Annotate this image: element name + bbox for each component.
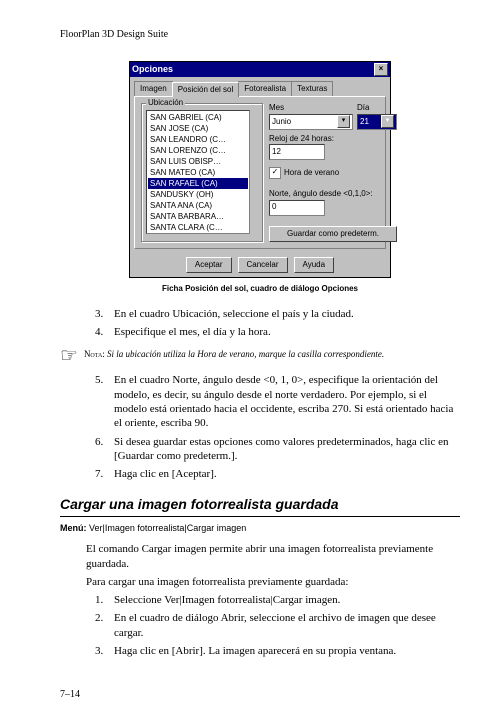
list-item: En el cuadro Ubicación, seleccione el pa… bbox=[106, 307, 460, 321]
reloj-label: Reloj de 24 horas: bbox=[269, 134, 397, 144]
location-item[interactable]: SAN LORENZO (C… bbox=[148, 145, 248, 156]
tab-posicion-sol[interactable]: Posición del sol bbox=[172, 82, 240, 97]
tab-content: Ubicación SAN GABRIEL (CA)SAN JOSE (CA)S… bbox=[134, 96, 386, 249]
note-text: Si la ubicación utiliza la Hora de veran… bbox=[107, 349, 384, 359]
dialog-title: Opciones bbox=[132, 64, 173, 76]
list-item: Seleccione Ver|Imagen fotorrealista|Carg… bbox=[106, 593, 460, 607]
norte-input[interactable]: 0 bbox=[269, 200, 325, 216]
tab-fotorealista[interactable]: Fotorealista bbox=[238, 81, 292, 96]
figure-caption: Ficha Posición del sol, cuadro de diálog… bbox=[60, 284, 460, 294]
tab-strip: Imagen Posición del sol Fotorealista Tex… bbox=[130, 77, 390, 96]
menu-path: Menú: Ver|Imagen fotorrealista|Cargar im… bbox=[60, 523, 460, 535]
dia-combo[interactable]: 21 ▾ bbox=[357, 114, 397, 130]
right-column: Mes Junio ▾ Día 21 ▾ Reloj de bbox=[269, 103, 397, 242]
section-steps: Seleccione Ver|Imagen fotorrealista|Carg… bbox=[60, 593, 460, 658]
location-item[interactable]: SAN MATEO (CA) bbox=[148, 167, 248, 178]
tab-texturas[interactable]: Texturas bbox=[291, 81, 333, 96]
save-default-button[interactable]: Guardar como predeterm. bbox=[269, 226, 397, 242]
aceptar-button[interactable]: Aceptar bbox=[186, 257, 232, 273]
dialog-buttons: Aceptar Cancelar Ayuda bbox=[130, 253, 390, 277]
ubicacion-group: Ubicación SAN GABRIEL (CA)SAN JOSE (CA)S… bbox=[141, 103, 263, 242]
titlebar: Opciones × bbox=[130, 62, 390, 77]
location-listbox[interactable]: SAN GABRIEL (CA)SAN JOSE (CA)SAN LEANDRO… bbox=[146, 110, 250, 234]
close-icon[interactable]: × bbox=[374, 63, 388, 76]
verano-checkbox[interactable]: ✓ Hora de verano bbox=[269, 167, 339, 179]
location-item[interactable]: SANDUSKY (OH) bbox=[148, 189, 248, 200]
section-title: Cargar una imagen fotorrealista guardada bbox=[60, 495, 460, 516]
section-p1: El comando Cargar imagen permite abrir u… bbox=[86, 542, 460, 571]
ubicacion-label: Ubicación bbox=[146, 98, 185, 108]
tab-imagen[interactable]: Imagen bbox=[134, 81, 173, 96]
mes-combo[interactable]: Junio ▾ bbox=[269, 114, 353, 130]
ayuda-button[interactable]: Ayuda bbox=[294, 257, 335, 273]
instruction-list-1: En el cuadro Ubicación, seleccione el pa… bbox=[60, 307, 460, 340]
hand-point-icon: ☞ bbox=[60, 349, 78, 363]
location-item[interactable]: SAN RAFAEL (CA) bbox=[148, 178, 248, 189]
instruction-list-2: En el cuadro Norte, ángulo desde <0, 1, … bbox=[60, 373, 460, 481]
options-dialog: Opciones × Imagen Posición del sol Fotor… bbox=[129, 61, 391, 278]
chevron-down-icon: ▾ bbox=[381, 115, 394, 128]
section-p2: Para cargar una imagen fotorrealista pre… bbox=[86, 575, 460, 589]
list-item: Si desea guardar estas opciones como val… bbox=[106, 435, 460, 464]
location-item[interactable]: SANTA CLARA (C… bbox=[148, 222, 248, 233]
dialog-screenshot: Opciones × Imagen Posición del sol Fotor… bbox=[60, 61, 460, 278]
chevron-down-icon: ▾ bbox=[337, 115, 350, 128]
page-header: FloorPlan 3D Design Suite bbox=[60, 28, 460, 41]
page-number: 7–14 bbox=[60, 688, 460, 701]
location-item[interactable]: SAN LEANDRO (C… bbox=[148, 134, 248, 145]
checkbox-icon: ✓ bbox=[269, 167, 281, 179]
note-block: ☞ Nota: Si la ubicación utiliza la Hora … bbox=[60, 349, 460, 363]
list-item: Haga clic en [Abrir]. La imagen aparecer… bbox=[106, 644, 460, 658]
location-item[interactable]: SAN GABRIEL (CA) bbox=[148, 112, 248, 123]
list-item: Haga clic en [Aceptar]. bbox=[106, 467, 460, 481]
cancelar-button[interactable]: Cancelar bbox=[238, 257, 288, 273]
location-item[interactable]: SAN JOSE (CA) bbox=[148, 123, 248, 134]
list-item: En el cuadro de diálogo Abrir, seleccion… bbox=[106, 611, 460, 640]
location-item[interactable]: SAN LUIS OBISP… bbox=[148, 156, 248, 167]
location-item[interactable]: SANTA ANA (CA) bbox=[148, 200, 248, 211]
list-item: En el cuadro Norte, ángulo desde <0, 1, … bbox=[106, 373, 460, 430]
norte-label: Norte, ángulo desde <0,1,0>: bbox=[269, 189, 397, 199]
location-item[interactable]: SANTA BARBARA… bbox=[148, 211, 248, 222]
location-item[interactable]: SANTA CRUZ (CA) bbox=[148, 233, 248, 234]
dia-label: Día bbox=[357, 103, 397, 113]
reloj-input[interactable]: 12 bbox=[269, 144, 325, 160]
note-label: Nota: bbox=[84, 349, 105, 359]
mes-label: Mes bbox=[269, 103, 353, 113]
list-item: Especifique el mes, el día y la hora. bbox=[106, 325, 460, 339]
